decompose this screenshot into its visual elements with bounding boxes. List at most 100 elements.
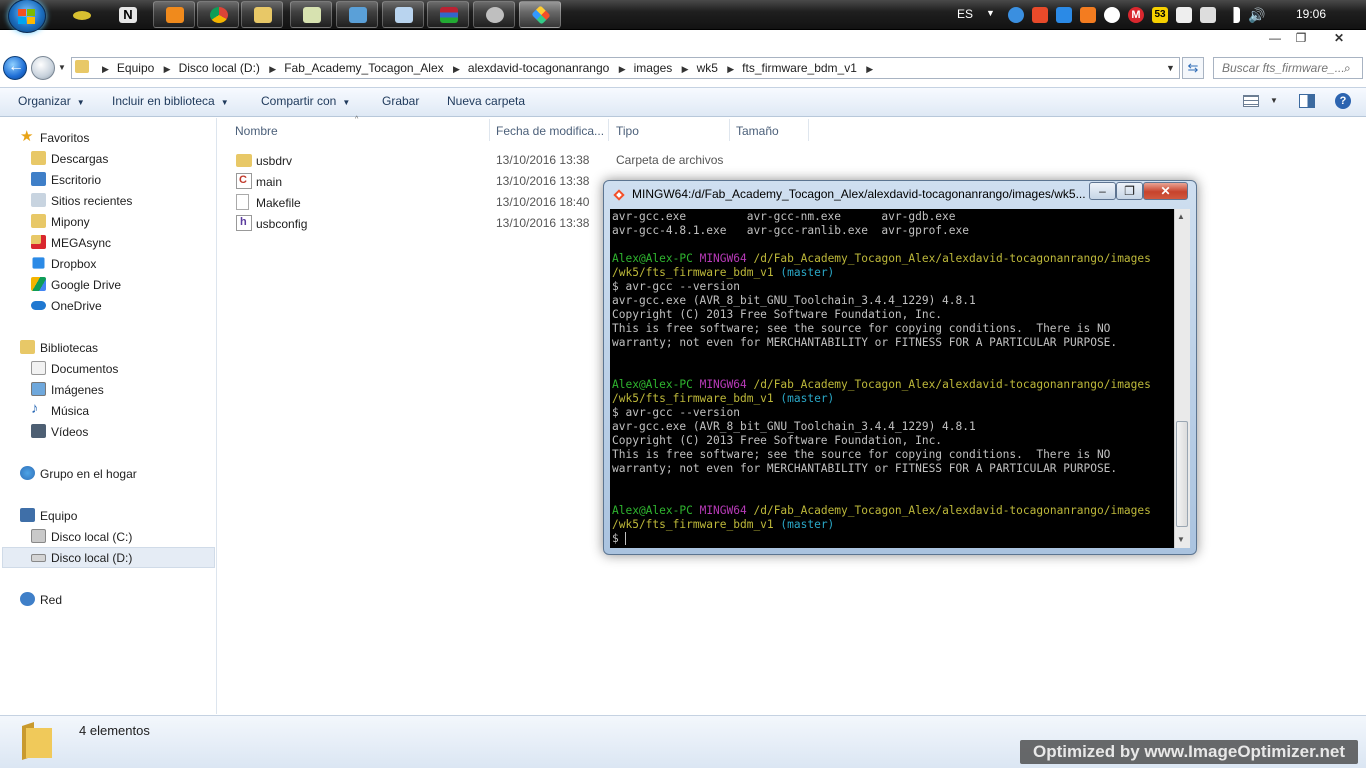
column-date[interactable]: Fecha de modifica...: [496, 124, 604, 138]
libraries-icon: [20, 340, 35, 354]
taskbar-app-media[interactable]: [153, 1, 195, 28]
chevron-down-icon: ▼: [342, 98, 351, 107]
taskbar-app-winrar[interactable]: [427, 1, 469, 28]
breadcrumb-chevron-icon[interactable]: ▶: [727, 64, 734, 74]
license-output: This is free software; see the source fo…: [612, 448, 1111, 461]
view-options-icon[interactable]: [1243, 95, 1259, 107]
desktop-icon: [31, 172, 46, 186]
view-dropdown-icon[interactable]: ▼: [1270, 96, 1278, 105]
network-signal-icon[interactable]: [1224, 7, 1240, 23]
mega-icon[interactable]: M: [1128, 7, 1144, 23]
include-in-library-menu[interactable]: Incluir en biblioteca ▼: [112, 94, 229, 108]
file-type: Carpeta de archivos: [616, 153, 724, 167]
breadcrumb-chevron-icon[interactable]: ▶: [164, 64, 171, 74]
c-source-file-icon: C: [236, 173, 252, 189]
prompt-branch: (master): [780, 266, 835, 279]
ls-output-line: avr-gcc.exe avr-gcc-nm.exe avr-gdb.exe: [612, 210, 956, 223]
column-size[interactable]: Tamaño: [736, 124, 779, 138]
taskbar-app-tool[interactable]: [473, 1, 515, 28]
organize-menu[interactable]: Organizar ▼: [18, 94, 85, 108]
breadcrumb-chevron-icon[interactable]: ▶: [453, 64, 460, 74]
recent-pages-dropdown-icon[interactable]: ▼: [58, 63, 66, 72]
close-button[interactable]: ✕: [1326, 30, 1352, 47]
scroll-up-icon[interactable]: ▲: [1177, 212, 1185, 221]
taskbar-app-notepad[interactable]: [382, 1, 424, 28]
forward-button[interactable]: [31, 56, 55, 80]
breadcrumb-item[interactable]: Fab_Academy_Tocagon_Alex: [284, 61, 443, 75]
help-icon[interactable]: ?: [1335, 93, 1351, 109]
terminal-maximize-button[interactable]: ❐: [1116, 182, 1143, 200]
column-name[interactable]: Nombre: [235, 124, 278, 138]
terminal-minimize-button[interactable]: –: [1089, 182, 1116, 200]
breadcrumb-item[interactable]: Disco local (D:): [179, 61, 260, 75]
mega-badge[interactable]: 53: [1152, 7, 1168, 23]
burn-button[interactable]: Grabar: [382, 94, 419, 108]
git-bash-icon: [531, 5, 551, 25]
generic-file-icon: [236, 194, 249, 210]
safely-remove-icon[interactable]: [1200, 7, 1216, 23]
prompt-env: MINGW64: [699, 504, 747, 517]
preview-pane-icon[interactable]: [1299, 94, 1315, 108]
language-indicator[interactable]: ES: [957, 7, 973, 21]
terminal-console[interactable]: avr-gcc.exe avr-gcc-nm.exe avr-gdb.exe a…: [610, 209, 1174, 548]
folder-icon: [20, 720, 54, 760]
breadcrumb-chevron-icon[interactable]: ▶: [866, 64, 873, 74]
share-with-menu[interactable]: Compartir con ▼: [261, 94, 350, 108]
cloud-upload-icon[interactable]: [1008, 7, 1024, 23]
taskbar-app-files[interactable]: [290, 1, 332, 28]
terminal-close-button[interactable]: ✕: [1143, 182, 1188, 200]
chevron-down-icon: ▼: [76, 98, 85, 107]
terminal-scroll-thumb[interactable]: [1176, 421, 1188, 527]
breadcrumb-chevron-icon[interactable]: ▶: [102, 64, 109, 74]
column-divider[interactable]: [489, 119, 490, 141]
chrome-icon: [210, 7, 228, 23]
breadcrumb-chevron-icon[interactable]: ▶: [619, 64, 626, 74]
breadcrumb-item[interactable]: fts_firmware_bdm_v1: [742, 61, 857, 75]
start-button[interactable]: [8, 0, 46, 33]
drive-icon: [31, 529, 46, 543]
avast-icon[interactable]: [1080, 7, 1096, 23]
taskbar-app-explorer[interactable]: [241, 1, 283, 28]
search-icon[interactable]: ⌕: [1344, 61, 1351, 76]
back-button[interactable]: ←: [3, 56, 27, 80]
breadcrumb: ▶ Equipo ▶ Disco local (D:) ▶ Fab_Academy_T…: [98, 61, 881, 75]
folder-icon: [236, 154, 252, 167]
breadcrumb-chevron-icon[interactable]: ▶: [682, 64, 689, 74]
refresh-button[interactable]: ⇆: [1182, 57, 1204, 79]
drive-icon: [31, 554, 46, 562]
file-date: 13/10/2016 13:38: [496, 174, 590, 188]
breadcrumb-item[interactable]: images: [634, 61, 673, 75]
column-divider[interactable]: [729, 119, 730, 141]
taskbar-app-chrome[interactable]: [197, 1, 239, 28]
taskbar-app-batman[interactable]: [60, 1, 102, 28]
volume-icon[interactable]: 🔊: [1248, 7, 1265, 23]
new-folder-button[interactable]: Nueva carpeta: [447, 94, 525, 108]
column-divider[interactable]: [608, 119, 609, 141]
breadcrumb-item[interactable]: wk5: [697, 61, 718, 75]
tray-expand-icon[interactable]: ▼: [986, 8, 995, 18]
documents-icon: [31, 361, 46, 375]
breadcrumb-chevron-icon[interactable]: ▶: [269, 64, 276, 74]
minimize-button[interactable]: —: [1262, 30, 1288, 47]
clock[interactable]: 19:06: [1296, 7, 1326, 21]
maximize-button[interactable]: ❐: [1288, 30, 1314, 47]
item-count: 4 elementos: [79, 723, 150, 738]
scroll-down-icon[interactable]: ▼: [1177, 535, 1185, 544]
action-center-flag-icon[interactable]: [1176, 7, 1192, 23]
git-bash-icon[interactable]: [612, 188, 626, 202]
megasync-folder-icon: [31, 235, 46, 249]
taskbar-app-remote[interactable]: [336, 1, 378, 28]
breadcrumb-item[interactable]: alexdavid-tocagonanrango: [468, 61, 609, 75]
address-dropdown-icon[interactable]: ▼: [1166, 63, 1175, 73]
prompt-path-cont: /wk5/fts_firmware_bdm_v1: [612, 266, 774, 279]
column-divider[interactable]: [808, 119, 809, 141]
search-input[interactable]: [1213, 57, 1363, 79]
column-type[interactable]: Tipo: [616, 124, 639, 138]
prompt-env: MINGW64: [699, 378, 747, 391]
taskbar-app-n[interactable]: N: [106, 1, 148, 28]
taskbar-app-git-bash[interactable]: [519, 1, 561, 28]
tray-app-icon[interactable]: [1032, 7, 1048, 23]
breadcrumb-item[interactable]: Equipo: [117, 61, 154, 75]
onedrive-cloud-icon[interactable]: [1104, 7, 1120, 23]
dropbox-icon[interactable]: [1056, 7, 1072, 23]
